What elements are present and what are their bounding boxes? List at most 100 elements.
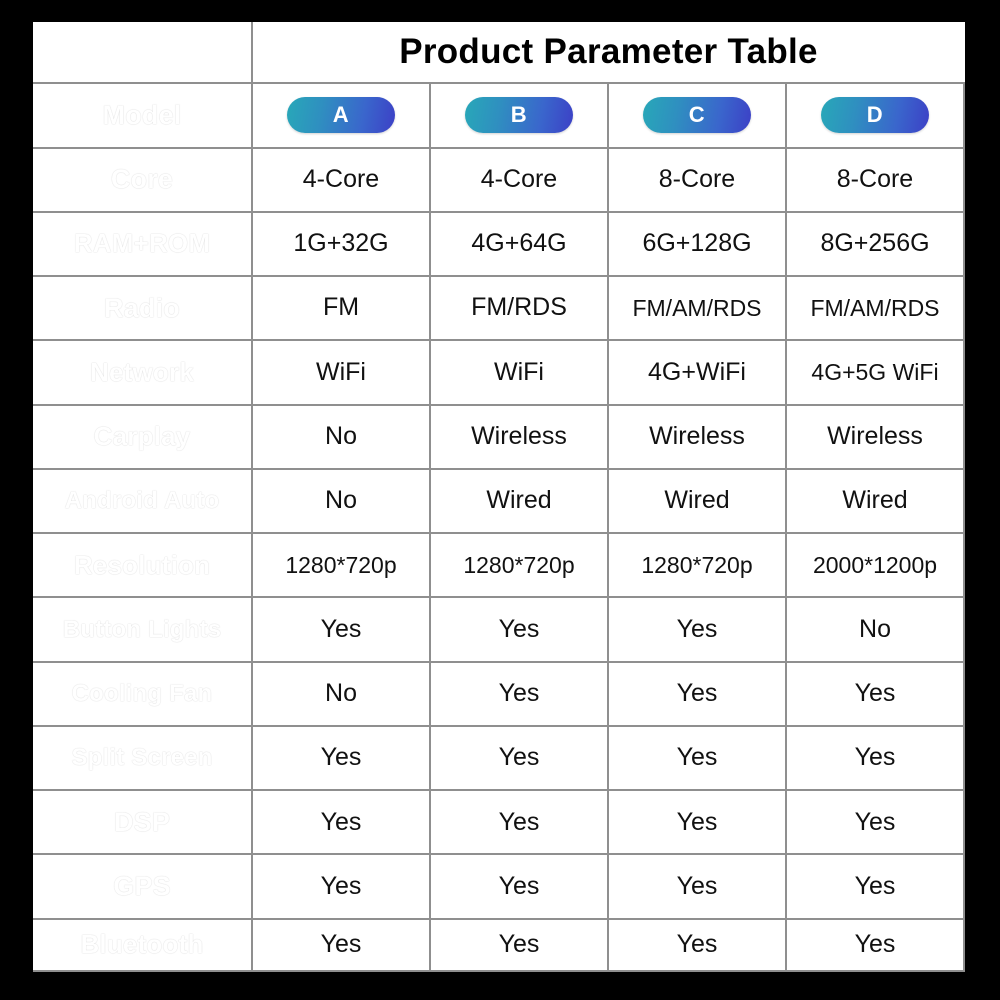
cell-gps-d: Yes xyxy=(785,853,965,920)
model-pill-d[interactable]: D xyxy=(821,97,929,134)
cell-split-screen-d: Yes xyxy=(785,724,965,792)
cell-core-c: 8-Core xyxy=(607,146,787,213)
cell-cooling-fan-c: Yes xyxy=(607,660,787,727)
cell-core-d: 8-Core xyxy=(785,146,965,213)
cell-gps-b: Yes xyxy=(429,853,609,920)
model-cell-b: B xyxy=(429,82,609,149)
cell-ram-rom-c: 6G+128G xyxy=(607,210,787,278)
model-cell-c: C xyxy=(607,82,787,149)
row-label-text: Android Auto xyxy=(64,487,220,515)
page-root: Product Parameter Table Model A B C D Co… xyxy=(0,0,1000,1000)
row-label-text: Network xyxy=(90,356,194,387)
table-row-radio: Radio FM FM/RDS FM/AM/RDS FM/AM/RDS xyxy=(33,275,965,342)
row-label-button-lights: Button Lights xyxy=(33,596,253,663)
cell-core-a: 4-Core xyxy=(251,146,431,213)
cell-android-auto-d: Wired xyxy=(785,467,965,535)
model-pill-a[interactable]: A xyxy=(287,97,395,134)
cell-resolution-d: 2000*1200p xyxy=(785,532,965,599)
model-cell-d: D xyxy=(785,82,965,149)
cell-dsp-c: Yes xyxy=(607,789,787,856)
cell-button-lights-b: Yes xyxy=(429,596,609,663)
table-row-gps: GPS Yes Yes Yes Yes xyxy=(33,853,965,920)
cell-dsp-d: Yes xyxy=(785,789,965,856)
row-label-android-auto: Android Auto xyxy=(33,467,253,535)
cell-ram-rom-a: 1G+32G xyxy=(251,210,431,278)
row-label-text: GPS xyxy=(113,871,171,902)
model-pill-b[interactable]: B xyxy=(465,97,573,134)
row-label-text: Carplay xyxy=(93,421,191,452)
cell-split-screen-a: Yes xyxy=(251,724,431,792)
cell-bluetooth-c: Yes xyxy=(607,917,787,972)
cell-gps-a: Yes xyxy=(251,853,431,920)
cell-carplay-d: Wireless xyxy=(785,403,965,470)
cell-carplay-a: No xyxy=(251,403,431,470)
cell-android-auto-c: Wired xyxy=(607,467,787,535)
row-label-text: Split Screen xyxy=(71,744,213,772)
cell-network-b: WiFi xyxy=(429,339,609,406)
row-label-resolution: Resolution xyxy=(33,532,253,599)
row-label-text: Resolution xyxy=(73,549,211,580)
cell-radio-d: FM/AM/RDS xyxy=(785,275,965,342)
cell-radio-a: FM xyxy=(251,275,431,342)
row-label-gps: GPS xyxy=(33,853,253,920)
row-label-cooling-fan: Cooling Fan xyxy=(33,660,253,727)
table-row-android-auto: Android Auto No Wired Wired Wired xyxy=(33,467,965,535)
table-row-bluetooth: Bluetooth Yes Yes Yes Yes xyxy=(33,917,965,972)
cell-radio-b: FM/RDS xyxy=(429,275,609,342)
product-parameter-table: Product Parameter Table Model A B C D Co… xyxy=(33,22,965,972)
cell-cooling-fan-b: Yes xyxy=(429,660,609,727)
table-row-ram-rom: RAM+ROM 1G+32G 4G+64G 6G+128G 8G+256G xyxy=(33,210,965,278)
cell-button-lights-c: Yes xyxy=(607,596,787,663)
table-row-resolution: Resolution 1280*720p 1280*720p 1280*720p… xyxy=(33,532,965,599)
table-row-core: Core 4-Core 4-Core 8-Core 8-Core xyxy=(33,146,965,213)
cell-cooling-fan-a: No xyxy=(251,660,431,727)
cell-bluetooth-d: Yes xyxy=(785,917,965,972)
cell-network-d: 4G+5G WiFi xyxy=(785,339,965,406)
model-pill-c[interactable]: C xyxy=(643,97,751,134)
row-label-text: Bluetooth xyxy=(80,929,204,960)
table-title-row: Product Parameter Table xyxy=(33,22,964,85)
model-cell-a: A xyxy=(251,82,431,149)
cell-resolution-b: 1280*720p xyxy=(429,532,609,599)
row-label-text: Core xyxy=(110,164,174,195)
cell-android-auto-a: No xyxy=(251,467,431,535)
cell-gps-c: Yes xyxy=(607,853,787,920)
cell-resolution-a: 1280*720p xyxy=(251,532,431,599)
row-label-ram-rom: RAM+ROM xyxy=(33,210,253,278)
table-row-split-screen: Split Screen Yes Yes Yes Yes xyxy=(33,724,965,792)
cell-button-lights-a: Yes xyxy=(251,596,431,663)
cell-bluetooth-a: Yes xyxy=(251,917,431,972)
table-row-model: Model A B C D xyxy=(33,82,965,149)
title-corner-cell xyxy=(33,22,253,85)
table-row-network: Network WiFi WiFi 4G+WiFi 4G+5G WiFi xyxy=(33,339,965,406)
cell-dsp-b: Yes xyxy=(429,789,609,856)
table-row-carplay: Carplay No Wireless Wireless Wireless xyxy=(33,403,965,470)
row-label-dsp: DSP xyxy=(33,789,253,856)
row-label-text: DSP xyxy=(113,807,171,838)
cell-split-screen-c: Yes xyxy=(607,724,787,792)
cell-android-auto-b: Wired xyxy=(429,467,609,535)
row-label-text: Model xyxy=(102,100,182,131)
cell-button-lights-d: No xyxy=(785,596,965,663)
row-label-radio: Radio xyxy=(33,275,253,342)
cell-ram-rom-b: 4G+64G xyxy=(429,210,609,278)
row-label-split-screen: Split Screen xyxy=(33,724,253,792)
cell-cooling-fan-d: Yes xyxy=(785,660,965,727)
cell-network-c: 4G+WiFi xyxy=(607,339,787,406)
cell-carplay-c: Wireless xyxy=(607,403,787,470)
page-title: Product Parameter Table xyxy=(251,22,964,85)
row-label-text: Radio xyxy=(103,293,180,323)
table-row-dsp: DSP Yes Yes Yes Yes xyxy=(33,789,965,856)
table-row-button-lights: Button Lights Yes Yes Yes No xyxy=(33,596,965,663)
row-label-bluetooth: Bluetooth xyxy=(33,917,253,972)
row-label-text: Button Lights xyxy=(62,615,222,643)
table-row-cooling-fan: Cooling Fan No Yes Yes Yes xyxy=(33,660,965,727)
cell-split-screen-b: Yes xyxy=(429,724,609,792)
cell-network-a: WiFi xyxy=(251,339,431,406)
cell-ram-rom-d: 8G+256G xyxy=(785,210,965,278)
row-label-core: Core xyxy=(33,146,253,213)
cell-bluetooth-b: Yes xyxy=(429,917,609,972)
cell-resolution-c: 1280*720p xyxy=(607,532,787,599)
cell-dsp-a: Yes xyxy=(251,789,431,856)
cell-core-b: 4-Core xyxy=(429,146,609,213)
